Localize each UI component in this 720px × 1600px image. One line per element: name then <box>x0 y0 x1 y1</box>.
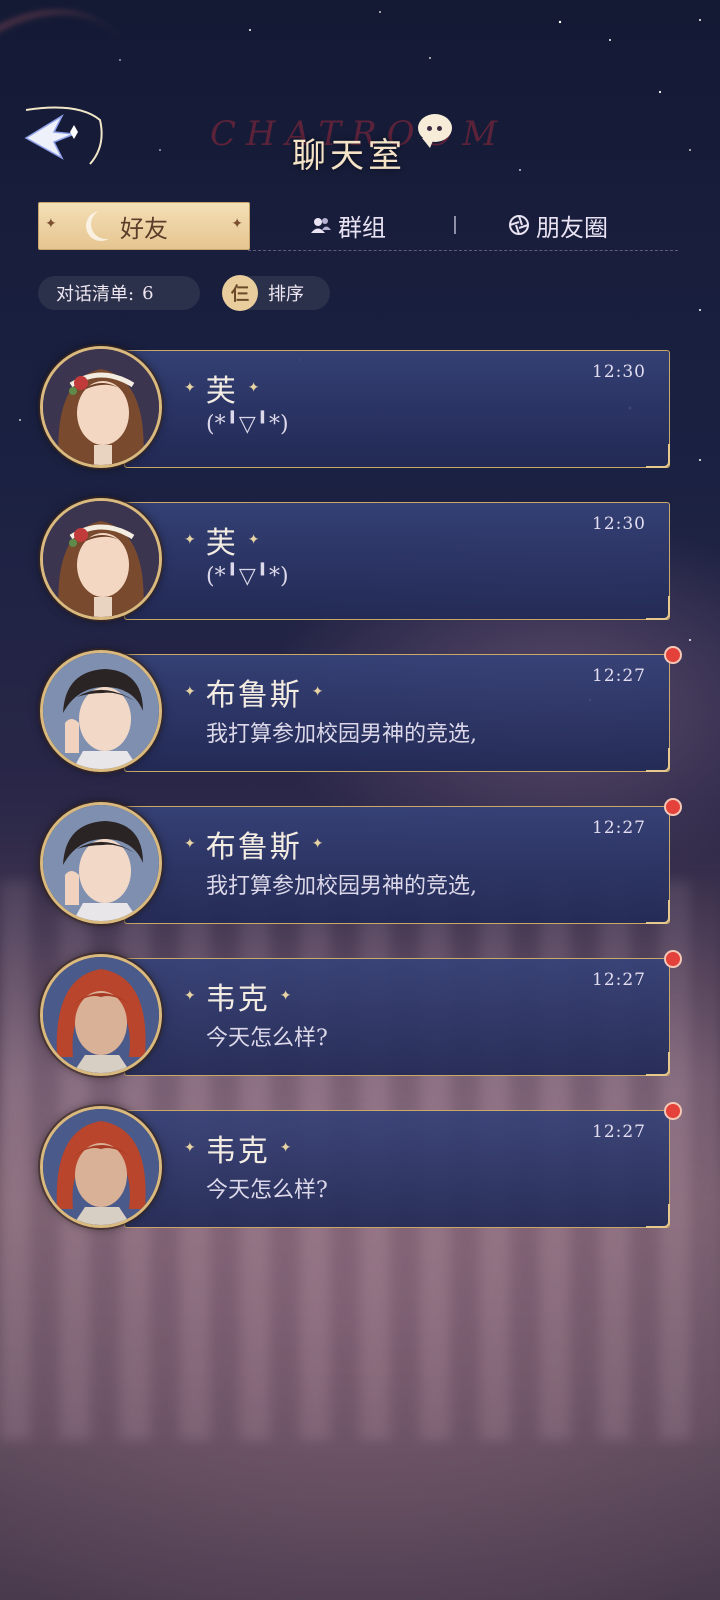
sparkle-icon: ✦ <box>184 1140 196 1156</box>
sparkle-icon: ✦ <box>279 988 292 1004</box>
chat-item[interactable]: ✦ 芙 ✦ (*╹▽╹*) 12:30 <box>38 496 674 626</box>
sparkle-icon: ✦ <box>184 380 196 396</box>
back-arrow-icon <box>24 106 103 165</box>
tab-moments-label: 朋友圈 <box>536 213 608 242</box>
tab-separator <box>454 216 456 234</box>
sparkle-icon: ✦ <box>311 684 324 700</box>
tab-groups-label: 群组 <box>338 213 386 242</box>
contact-name: 韦克 <box>205 1134 270 1169</box>
message-time: 12:27 <box>592 818 646 838</box>
aperture-icon <box>508 214 530 236</box>
last-message: (*╹▽╹*) <box>206 564 289 589</box>
sparkle-icon: ✦ <box>247 532 260 548</box>
count-value: 6 <box>142 282 154 304</box>
avatar <box>40 954 162 1076</box>
sparkle-icon: ✦ <box>231 216 243 232</box>
tab-divider-line <box>248 250 678 251</box>
unread-badge <box>664 1102 682 1120</box>
chat-item[interactable]: ✦ 芙 ✦ (*╹▽╹*) 12:30 <box>38 344 674 474</box>
contact-name: 韦克 <box>205 982 270 1017</box>
contact-name: 芙 <box>205 374 238 409</box>
contact-name: 布鲁斯 <box>205 830 302 865</box>
message-time: 12:27 <box>592 1122 646 1142</box>
sparkle-icon: ✦ <box>184 684 196 700</box>
last-message: (*╹▽╹*) <box>206 412 289 437</box>
message-time: 12:30 <box>592 514 646 534</box>
conversation-count: 对话清单: 6 <box>38 276 200 310</box>
tab-bar: ✦ 好友 ✦ 群组 朋友圈 <box>38 202 678 252</box>
chat-item[interactable]: ✦ 布鲁斯 ✦ 我打算参加校园男神的竞选, 12:27 <box>38 646 682 778</box>
avatar <box>40 650 162 772</box>
sort-icon: 仨 <box>222 275 258 311</box>
group-icon <box>310 216 332 234</box>
chat-bubble-icon <box>418 114 452 148</box>
back-button[interactable] <box>18 102 104 172</box>
message-time: 12:27 <box>592 666 646 686</box>
unread-badge <box>664 646 682 664</box>
sparkle-icon: ✦ <box>184 988 196 1004</box>
last-message: 我打算参加校园男神的竞选, <box>206 874 477 899</box>
last-message: 我打算参加校园男神的竞选, <box>206 722 477 747</box>
sparkle-icon: ✦ <box>184 532 196 548</box>
sparkle-icon: ✦ <box>279 1140 292 1156</box>
tab-groups[interactable]: 群组 <box>310 202 386 248</box>
sparkle-icon: ✦ <box>311 836 324 852</box>
chat-name-row: ✦ 韦克 ✦ <box>184 1126 291 1170</box>
chat-name-row: ✦ 芙 ✦ <box>184 518 259 562</box>
avatar <box>40 346 162 468</box>
message-time: 12:27 <box>592 970 646 990</box>
avatar <box>40 802 162 924</box>
sparkle-icon: ✦ <box>247 380 260 396</box>
chat-name-row: ✦ 芙 ✦ <box>184 366 259 410</box>
chat-item[interactable]: ✦ 韦克 ✦ 今天怎么样? 12:27 <box>38 950 682 1082</box>
contact-name: 芙 <box>205 526 238 561</box>
last-message: 今天怎么样? <box>206 1026 328 1051</box>
avatar <box>40 498 162 620</box>
sparkle-icon: ✦ <box>45 216 57 232</box>
unread-badge <box>664 798 682 816</box>
contact-name: 布鲁斯 <box>205 678 302 713</box>
page-title-area: CHATROOM 聊天室 <box>200 104 520 184</box>
message-time: 12:30 <box>592 362 646 382</box>
tab-friends-label: 好友 <box>120 214 168 243</box>
sort-label: 排序 <box>268 284 304 305</box>
chat-name-row: ✦ 布鲁斯 ✦ <box>184 670 323 714</box>
chat-name-row: ✦ 韦克 ✦ <box>184 974 291 1018</box>
tab-moments[interactable]: 朋友圈 <box>508 202 608 248</box>
count-label: 对话清单: <box>56 284 135 305</box>
chat-item[interactable]: ✦ 布鲁斯 ✦ 我打算参加校园男神的竞选, 12:27 <box>38 798 682 930</box>
unread-badge <box>664 950 682 968</box>
avatar <box>40 1106 162 1228</box>
last-message: 今天怎么样? <box>206 1178 328 1203</box>
moon-icon <box>91 209 121 239</box>
tab-friends[interactable]: ✦ 好友 ✦ <box>38 202 250 250</box>
chat-item[interactable]: ✦ 韦克 ✦ 今天怎么样? 12:27 <box>38 1102 682 1234</box>
sparkle-icon: ✦ <box>184 836 196 852</box>
sort-button[interactable]: 仨 排序 <box>222 275 330 311</box>
chat-name-row: ✦ 布鲁斯 ✦ <box>184 822 323 866</box>
page-title: 聊天室 <box>292 136 406 176</box>
